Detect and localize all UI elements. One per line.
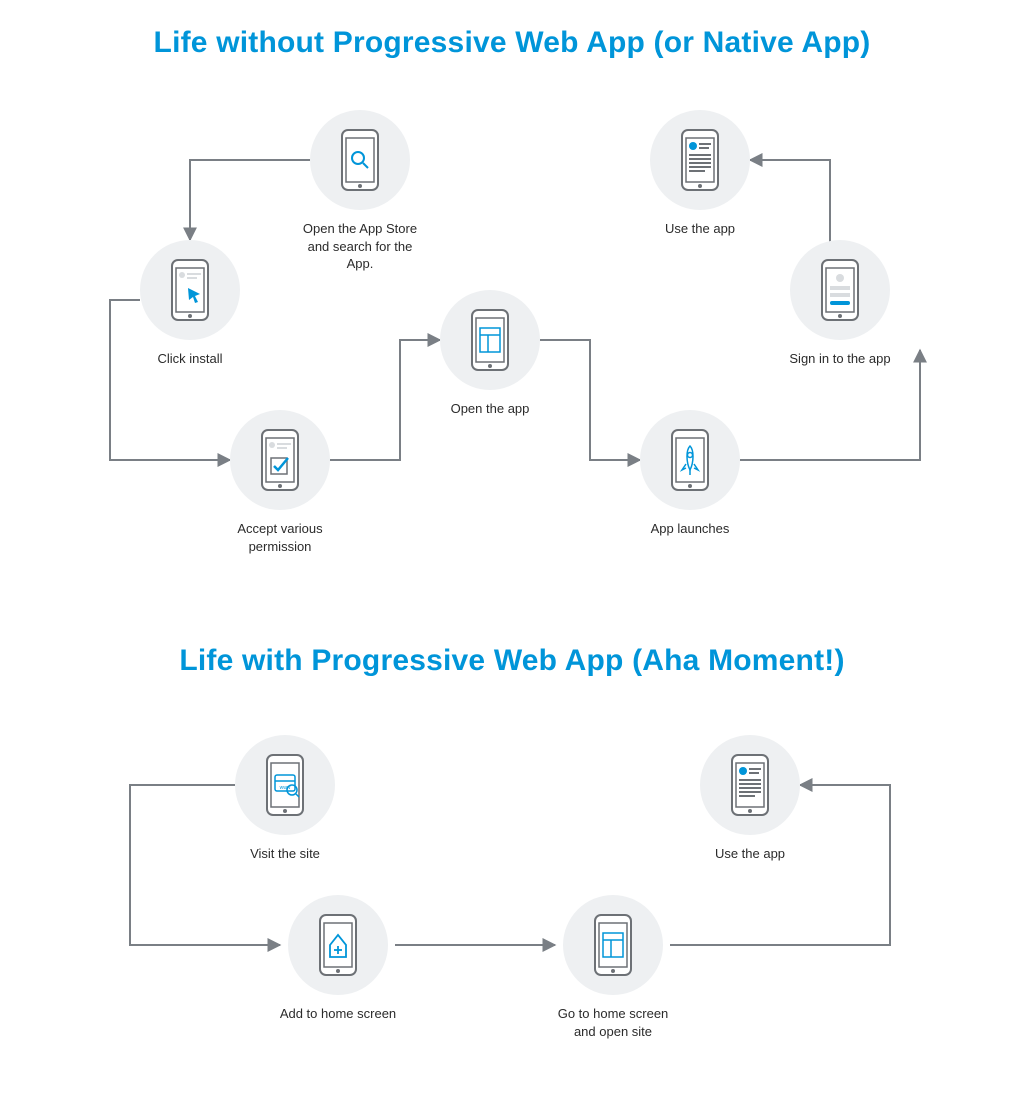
flow-without-canvas: Open the App Store and search for the Ap…	[0, 80, 1024, 600]
node-search: Open the App Store and search for the Ap…	[300, 110, 420, 273]
label-signin: Sign in to the app	[780, 350, 900, 368]
arrow-layer-bottom	[0, 700, 1024, 1100]
phone-content2-icon	[730, 753, 770, 817]
node-goto: Go to home screen and open site	[553, 895, 673, 1040]
node-accept: Accept various permission	[220, 410, 340, 555]
node-open: Open the app	[430, 290, 550, 418]
bubble-use	[650, 110, 750, 210]
phone-layout2-icon	[593, 913, 633, 977]
node-use: Use the app	[640, 110, 760, 238]
node-launch: App launches	[630, 410, 750, 538]
bubble-visit: www	[235, 735, 335, 835]
bubble-add	[288, 895, 388, 995]
phone-rocket-icon	[670, 428, 710, 492]
title-without: Life without Progressive Web App (or Nat…	[0, 26, 1024, 60]
bubble-open	[440, 290, 540, 390]
flow-with-canvas: www Visit the site Add to home screen	[0, 700, 1024, 1100]
phone-layout-icon	[470, 308, 510, 372]
phone-checkbox-icon	[260, 428, 300, 492]
node-use2: Use the app	[690, 735, 810, 863]
node-add: Add to home screen	[278, 895, 398, 1023]
label-launch: App launches	[630, 520, 750, 538]
label-search: Open the App Store and search for the Ap…	[300, 220, 420, 273]
label-use: Use the app	[640, 220, 760, 238]
bubble-install	[140, 240, 240, 340]
phone-search-icon	[340, 128, 380, 192]
edge-accept-open	[330, 340, 440, 460]
bubble-accept	[230, 410, 330, 510]
phone-cursor-icon	[170, 258, 210, 322]
bubble-signin	[790, 240, 890, 340]
node-visit: www Visit the site	[225, 735, 345, 863]
label-open: Open the app	[430, 400, 550, 418]
bubble-launch	[640, 410, 740, 510]
node-install: Click install	[130, 240, 250, 368]
label-use2: Use the app	[690, 845, 810, 863]
edge-open-launch	[540, 340, 640, 460]
label-add: Add to home screen	[278, 1005, 398, 1023]
bubble-use2	[700, 735, 800, 835]
label-install: Click install	[130, 350, 250, 368]
phone-form-icon	[820, 258, 860, 322]
phone-content-icon	[680, 128, 720, 192]
node-signin: Sign in to the app	[780, 240, 900, 368]
bubble-search	[310, 110, 410, 210]
phone-home-plus-icon	[318, 913, 358, 977]
phone-www-icon: www	[265, 753, 305, 817]
label-visit: Visit the site	[225, 845, 345, 863]
title-with: Life with Progressive Web App (Aha Momen…	[0, 644, 1024, 678]
bubble-goto	[563, 895, 663, 995]
label-goto: Go to home screen and open site	[553, 1005, 673, 1040]
edge-search-install	[190, 160, 310, 240]
label-accept: Accept various permission	[220, 520, 340, 555]
